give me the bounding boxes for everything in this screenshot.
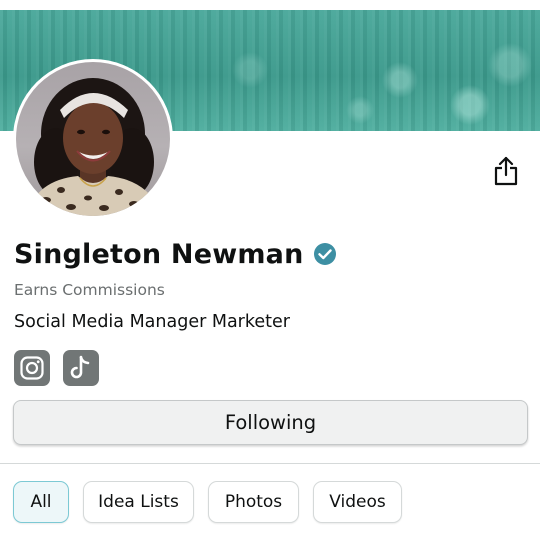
verified-badge-icon bbox=[313, 243, 336, 265]
instagram-icon bbox=[20, 356, 44, 380]
tab-all[interactable]: All bbox=[13, 481, 69, 523]
profile-name-row: Singleton Newman bbox=[14, 234, 337, 274]
earns-commissions-label: Earns Commissions bbox=[14, 281, 165, 299]
avatar-photo bbox=[16, 62, 170, 216]
share-button[interactable] bbox=[490, 154, 522, 188]
tab-idea-lists[interactable]: Idea Lists bbox=[83, 481, 194, 523]
instagram-link[interactable] bbox=[14, 350, 50, 386]
tiktok-link[interactable] bbox=[63, 350, 99, 386]
tab-videos[interactable]: Videos bbox=[313, 481, 402, 523]
profile-photo-illustration bbox=[26, 78, 162, 216]
profile-bio: Social Media Manager Marketer bbox=[14, 312, 290, 332]
section-divider bbox=[0, 463, 540, 464]
share-icon bbox=[494, 156, 518, 186]
tiktok-icon bbox=[70, 355, 90, 379]
avatar[interactable] bbox=[13, 59, 173, 219]
tab-photos[interactable]: Photos bbox=[208, 481, 299, 523]
following-button[interactable]: Following bbox=[13, 400, 528, 445]
profile-name: Singleton Newman bbox=[14, 238, 304, 270]
